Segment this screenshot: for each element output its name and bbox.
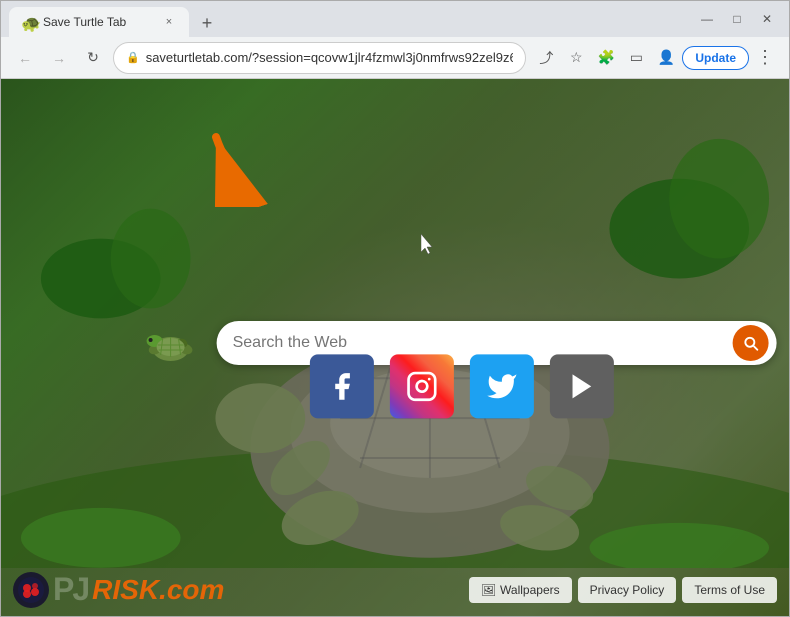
address-input[interactable] <box>146 50 514 65</box>
window-controls: — □ ✕ <box>693 5 781 33</box>
toolbar: ← → ↻ 🔒 ⤴ ☆ 🧩 ▭ 👤 Update ⋮ <box>1 37 789 79</box>
youtube-icon[interactable] <box>550 354 614 418</box>
risk-icon <box>13 572 49 608</box>
wallpapers-icon: 🖼 <box>481 583 496 597</box>
minimize-button[interactable]: — <box>693 5 721 33</box>
forward-button[interactable]: → <box>45 44 73 72</box>
terms-of-use-label: Terms of Use <box>694 583 765 597</box>
tab-title: Save Turtle Tab <box>43 15 155 29</box>
reload-button[interactable]: ↻ <box>79 44 107 72</box>
privacy-policy-button[interactable]: Privacy Policy <box>578 577 677 603</box>
terms-of-use-button[interactable]: Terms of Use <box>682 577 777 603</box>
sidebar-button[interactable]: ▭ <box>622 44 650 72</box>
bottom-left: PJ RISK.com <box>13 571 224 608</box>
maximize-button[interactable]: □ <box>723 5 751 33</box>
facebook-icon[interactable] <box>310 354 374 418</box>
update-button[interactable]: Update <box>682 46 749 70</box>
risk-logo: PJ RISK.com <box>13 571 224 608</box>
risk-brand-text: RISK.com <box>92 574 224 606</box>
address-bar[interactable]: 🔒 <box>113 42 526 74</box>
pj-text: PJ <box>53 571 88 608</box>
tab-area: 🐢 Save Turtle Tab × + <box>9 1 689 37</box>
share-button[interactable]: ⤴ <box>532 44 560 72</box>
wallpapers-label: Wallpapers <box>500 583 560 597</box>
close-button[interactable]: ✕ <box>753 5 781 33</box>
search-input[interactable] <box>233 334 733 352</box>
instagram-icon[interactable] <box>390 354 454 418</box>
title-bar: 🐢 Save Turtle Tab × + — □ ✕ <box>1 1 789 37</box>
page-content: PJ RISK.com 🖼 Wallpapers Privacy Policy … <box>1 79 789 616</box>
toolbar-actions: ⤴ ☆ 🧩 ▭ 👤 Update ⋮ <box>532 44 779 72</box>
new-tab-button[interactable]: + <box>193 9 221 37</box>
tab-close-button[interactable]: × <box>161 14 177 30</box>
profile-button[interactable]: 👤 <box>652 44 680 72</box>
lock-icon: 🔒 <box>126 51 140 64</box>
extension-button[interactable]: 🧩 <box>592 44 620 72</box>
twitter-icon[interactable] <box>470 354 534 418</box>
search-button[interactable] <box>733 325 769 361</box>
privacy-policy-label: Privacy Policy <box>590 583 665 597</box>
turtle-logo <box>141 321 201 366</box>
back-button[interactable]: ← <box>11 44 39 72</box>
tab-favicon: 🐢 <box>21 14 37 30</box>
bottom-right: 🖼 Wallpapers Privacy Policy Terms of Use <box>469 577 777 603</box>
social-icons <box>310 354 614 418</box>
wallpapers-button[interactable]: 🖼 Wallpapers <box>469 577 572 603</box>
menu-button[interactable]: ⋮ <box>751 44 779 72</box>
bookmark-button[interactable]: ☆ <box>562 44 590 72</box>
risk-text-area: PJ RISK.com <box>53 571 224 608</box>
browser-window: 🐢 Save Turtle Tab × + — □ ✕ ← → ↻ 🔒 ⤴ ☆ … <box>0 0 790 617</box>
active-tab[interactable]: 🐢 Save Turtle Tab × <box>9 7 189 37</box>
bottom-bar: PJ RISK.com 🖼 Wallpapers Privacy Policy … <box>1 563 789 616</box>
